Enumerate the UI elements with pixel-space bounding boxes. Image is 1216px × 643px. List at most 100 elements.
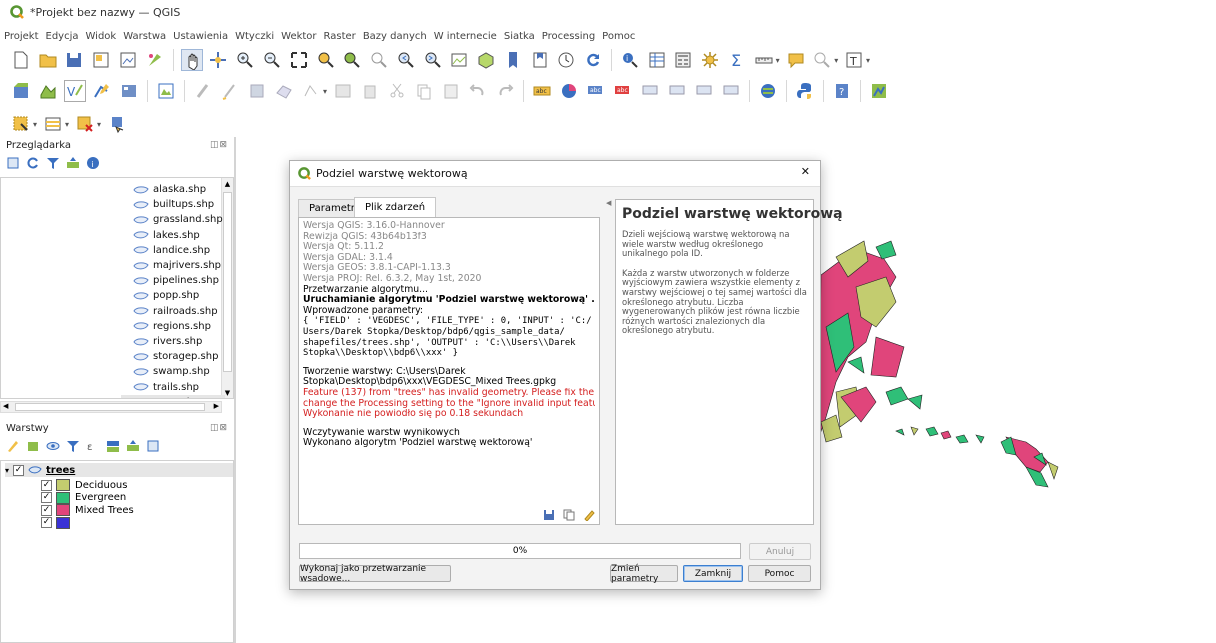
label-toolbar-icon[interactable]: abc — [531, 80, 553, 102]
collapse-help-icon[interactable]: ◀ — [606, 199, 611, 207]
scroll-right-icon[interactable]: ▶ — [214, 402, 219, 410]
save-log-icon[interactable] — [543, 509, 555, 521]
help-contents-icon[interactable]: ? — [831, 80, 853, 102]
panel-float-close-icon[interactable]: ◫⊠ — [210, 140, 228, 150]
browser-file-item[interactable]: lakes.shp — [133, 228, 200, 243]
cancel-button[interactable]: Anuluj — [749, 543, 811, 560]
zoom-in-icon[interactable] — [234, 49, 256, 71]
browser-file-item[interactable]: alaska.shp — [133, 182, 206, 197]
digitize-icon[interactable]: V — [64, 80, 86, 102]
chevron-down-icon[interactable]: ▾ — [834, 56, 838, 65]
move-label-icon[interactable] — [666, 80, 688, 102]
change-parameters-button[interactable]: Zmień parametry — [610, 564, 678, 584]
vertex-tool-icon[interactable] — [300, 80, 322, 102]
expand-all-icon[interactable] — [106, 439, 120, 453]
menu-item-ustawienia[interactable]: Ustawienia — [173, 31, 228, 42]
scrollbar-thumb[interactable] — [15, 403, 205, 411]
copy-log-icon[interactable] — [563, 509, 575, 521]
change-label-icon[interactable] — [720, 80, 742, 102]
deselect-features-icon[interactable] — [74, 113, 96, 135]
modify-attributes-icon[interactable] — [332, 80, 354, 102]
paste-features-icon[interactable] — [440, 80, 462, 102]
zoom-next-icon[interactable] — [422, 49, 444, 71]
scrollbar-thumb[interactable] — [223, 192, 232, 372]
remove-layer-icon[interactable] — [146, 439, 160, 453]
new-project-icon[interactable] — [10, 49, 32, 71]
chevron-down-icon[interactable]: ▾ — [323, 87, 327, 96]
browser-file-item[interactable]: pipelines.shp — [133, 273, 219, 288]
vertical-scrollbar[interactable]: ▲ ▼ — [221, 178, 233, 398]
show-hide-labels-icon[interactable] — [639, 80, 661, 102]
undo-icon[interactable] — [467, 80, 489, 102]
browser-file-item[interactable]: swamp.shp — [133, 364, 210, 379]
browser-file-item[interactable]: storagep.shp — [133, 349, 218, 364]
layer-group-row[interactable]: ▾ ✓ trees — [5, 463, 233, 477]
add-vector-layer-icon[interactable] — [37, 80, 59, 102]
add-layer-icon[interactable] — [6, 156, 20, 170]
processing-toolbox-icon[interactable] — [699, 49, 721, 71]
delete-selected-icon[interactable] — [359, 80, 381, 102]
filter-expression-icon[interactable]: ε — [86, 439, 100, 453]
pin-label-icon[interactable]: abc — [612, 80, 634, 102]
menu-item-bazy-danych[interactable]: Bazy danych — [363, 31, 427, 42]
text-annotation-icon[interactable]: T — [843, 49, 865, 71]
python-console-icon[interactable] — [794, 80, 816, 102]
add-raster-layer-icon[interactable] — [155, 80, 177, 102]
close-icon[interactable]: ✕ — [801, 165, 810, 178]
refresh-icon[interactable] — [582, 49, 604, 71]
browser-file-item[interactable]: majrivers.shp — [133, 258, 221, 273]
browser-file-item[interactable]: regions.shp — [133, 319, 211, 334]
close-button[interactable]: Zamknij — [683, 565, 743, 582]
layout-manager-icon[interactable] — [117, 49, 139, 71]
copy-features-icon[interactable] — [413, 80, 435, 102]
menu-item-pomoc[interactable]: Pomoc — [602, 31, 635, 42]
browser-file-item[interactable]: grassland.shp — [133, 212, 223, 227]
add-polygon-icon[interactable] — [273, 80, 295, 102]
chevron-down-icon[interactable]: ▾ — [65, 120, 69, 129]
menu-item-w-internecie[interactable]: W internecie — [434, 31, 497, 42]
run-as-batch-button[interactable]: Wykonaj jako przetwarzanie wsadowe... — [299, 564, 451, 584]
tab-log[interactable]: Plik zdarzeń — [354, 197, 437, 217]
new-3d-view-icon[interactable] — [475, 49, 497, 71]
menu-item-processing[interactable]: Processing — [542, 31, 595, 42]
layer-visibility-checkbox[interactable]: ✓ — [13, 464, 25, 476]
select-features-icon[interactable] — [10, 113, 32, 135]
field-calculator-icon[interactable] — [673, 49, 695, 71]
new-layout-icon[interactable] — [90, 49, 112, 71]
browser-file-item[interactable]: trails.shp — [133, 380, 199, 395]
browser-file-item[interactable]: railroads.shp — [133, 304, 218, 319]
class-visibility-checkbox[interactable]: ✓ — [41, 517, 52, 528]
class-visibility-checkbox[interactable]: ✓ — [41, 492, 52, 503]
toggle-editing-icon[interactable] — [219, 80, 241, 102]
menu-item-widok[interactable]: Widok — [86, 31, 117, 42]
help-button[interactable]: Pomoc — [748, 565, 811, 582]
save-edits-icon[interactable] — [246, 80, 268, 102]
menu-item-wektor[interactable]: Wektor — [281, 31, 316, 42]
new-shapefile-icon[interactable] — [91, 80, 113, 102]
redo-icon[interactable] — [494, 80, 516, 102]
menu-item-edycja[interactable]: Edycja — [46, 31, 79, 42]
panel-float-close-icon[interactable]: ◫⊠ — [210, 423, 228, 433]
menu-item-wtyczki[interactable]: Wtyczki — [235, 31, 274, 42]
show-bookmarks-icon[interactable] — [529, 49, 551, 71]
attribute-table-icon[interactable] — [646, 49, 668, 71]
chevron-down-icon[interactable]: ▾ — [5, 466, 9, 475]
scroll-up-icon[interactable]: ▲ — [223, 180, 232, 189]
browser-file-item[interactable]: popp.shp — [133, 288, 199, 303]
style-manager-icon[interactable] — [144, 49, 166, 71]
menu-item-projekt[interactable]: Projekt — [4, 31, 39, 42]
menu-item-warstwa[interactable]: Warstwa — [123, 31, 166, 42]
zoom-to-layer-icon[interactable] — [341, 49, 363, 71]
new-bookmark-icon[interactable] — [502, 49, 524, 71]
browser-file-item[interactable]: landice.shp — [133, 243, 210, 258]
refresh-icon[interactable] — [26, 156, 40, 170]
properties-info-icon[interactable]: i — [86, 156, 100, 170]
highlight-label-icon[interactable]: abc — [585, 80, 607, 102]
new-spatialite-icon[interactable] — [118, 80, 140, 102]
zoom-to-selection-icon[interactable] — [315, 49, 337, 71]
browser-file-item[interactable]: builtups.shp — [133, 197, 214, 212]
plugin-globe-icon[interactable] — [757, 80, 779, 102]
locator-search-icon[interactable] — [811, 49, 833, 71]
zoom-out-icon[interactable] — [261, 49, 283, 71]
chevron-down-icon[interactable]: ▾ — [776, 56, 780, 65]
